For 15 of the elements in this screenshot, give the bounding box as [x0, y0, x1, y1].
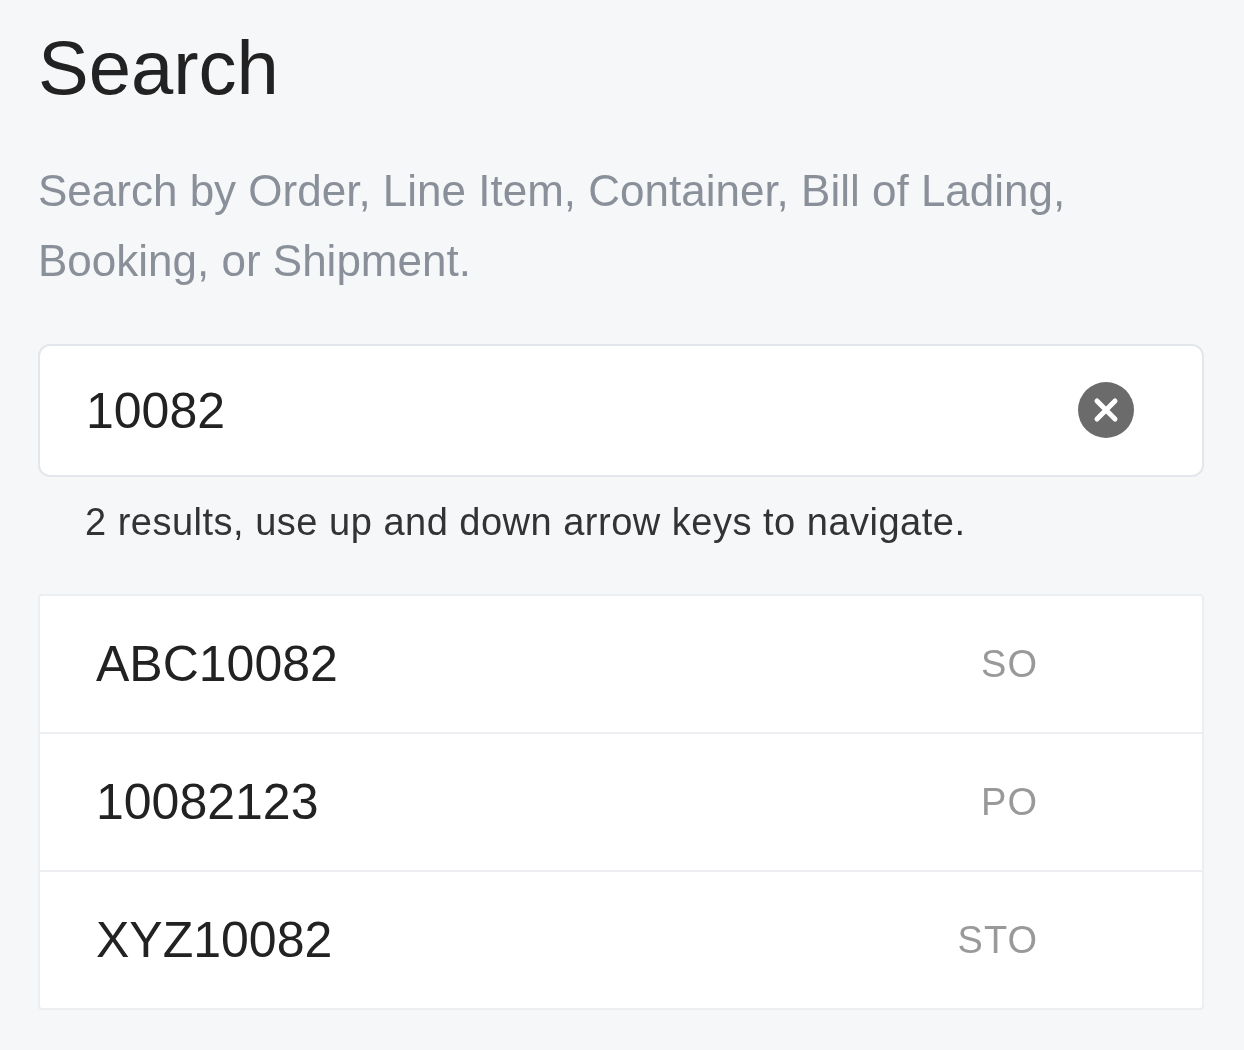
search-field[interactable]: 10082: [38, 344, 1204, 477]
close-icon: [1078, 382, 1134, 438]
result-type: PO: [981, 780, 1038, 824]
result-label: ABC10082: [96, 635, 338, 693]
result-item[interactable]: ABC10082 SO: [40, 596, 1202, 732]
result-item[interactable]: XYZ10082 STO: [40, 870, 1202, 1008]
result-item[interactable]: 10082123 PO: [40, 732, 1202, 870]
results-hint: 2 results, use up and down arrow keys to navigate.: [85, 501, 967, 544]
clear-button[interactable]: [1078, 382, 1134, 438]
result-label: 10082123: [96, 773, 319, 831]
result-label: XYZ10082: [96, 911, 333, 969]
page-title: Search: [38, 24, 280, 112]
description-text: Search by Order, Line Item, Container, Bill of Lading, Booking, or Shipment.: [38, 165, 1067, 287]
result-type: SO: [981, 642, 1038, 686]
result-type: STO: [957, 918, 1038, 962]
